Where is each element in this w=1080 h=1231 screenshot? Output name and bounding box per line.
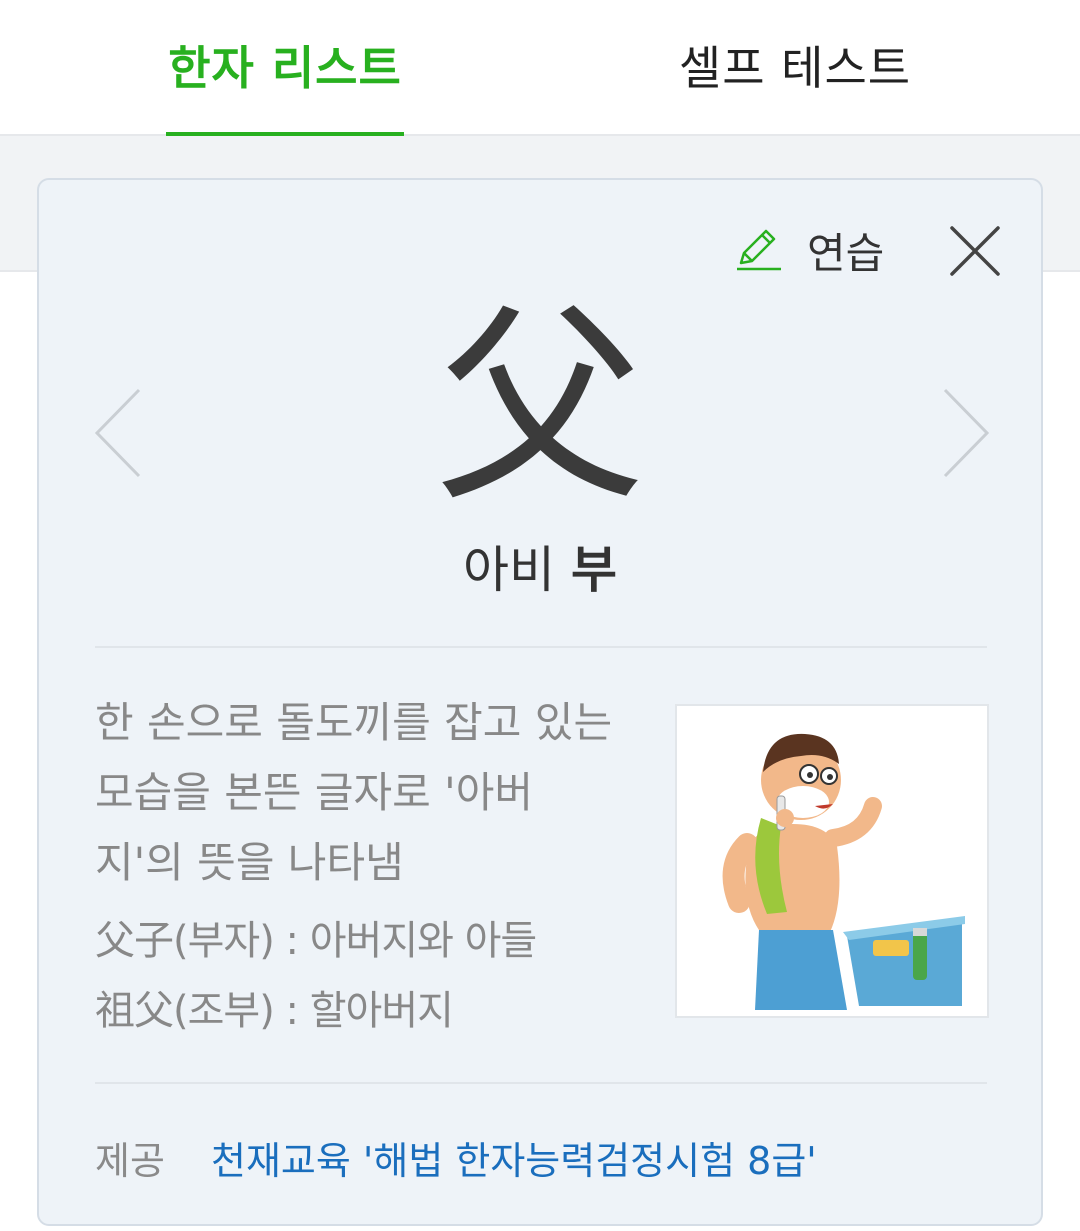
hanja-character: 父 xyxy=(434,285,645,530)
example-word: 父子(부자) : 아버지와 아들 xyxy=(95,918,537,964)
tab-hanja-list[interactable]: 한자 리스트 xyxy=(166,38,404,98)
credit-line: 제공 천재교육 '해법 한자능력검정시험 8급' xyxy=(95,1130,817,1185)
example-word: 祖父(조부) : 할아버지 xyxy=(95,988,454,1034)
tab-self-test[interactable]: 셀프 테스트 xyxy=(670,38,920,98)
hanja-detail-card: 연습 父 아비 부 한 손으로 돌도끼를 잡고 있는 모습을 본뜬 글자로 '아… xyxy=(37,178,1043,1226)
credit-label: 제공 xyxy=(95,1139,165,1183)
pencil-icon xyxy=(733,223,783,277)
hanja-illustration xyxy=(675,704,989,1018)
hanja-sound: 부 xyxy=(570,541,617,599)
hanja-meaning: 아비 xyxy=(463,541,556,599)
close-button[interactable] xyxy=(947,220,1003,280)
close-icon xyxy=(950,226,1000,276)
hanja-reading: 아비 부 xyxy=(39,530,1041,602)
credit-source-link[interactable]: 천재교육 '해법 한자능력검정시험 8급' xyxy=(211,1139,817,1183)
tab-bar: 한자 리스트 셀프 테스트 xyxy=(0,0,1080,136)
divider xyxy=(95,1082,987,1084)
practice-label: 연습 xyxy=(807,228,885,278)
practice-button[interactable]: 연습 xyxy=(733,220,884,280)
divider xyxy=(95,646,987,648)
hanja-description: 한 손으로 돌도끼를 잡고 있는 모습을 본뜬 글자로 '아버지'의 뜻을 나타… xyxy=(95,698,613,887)
